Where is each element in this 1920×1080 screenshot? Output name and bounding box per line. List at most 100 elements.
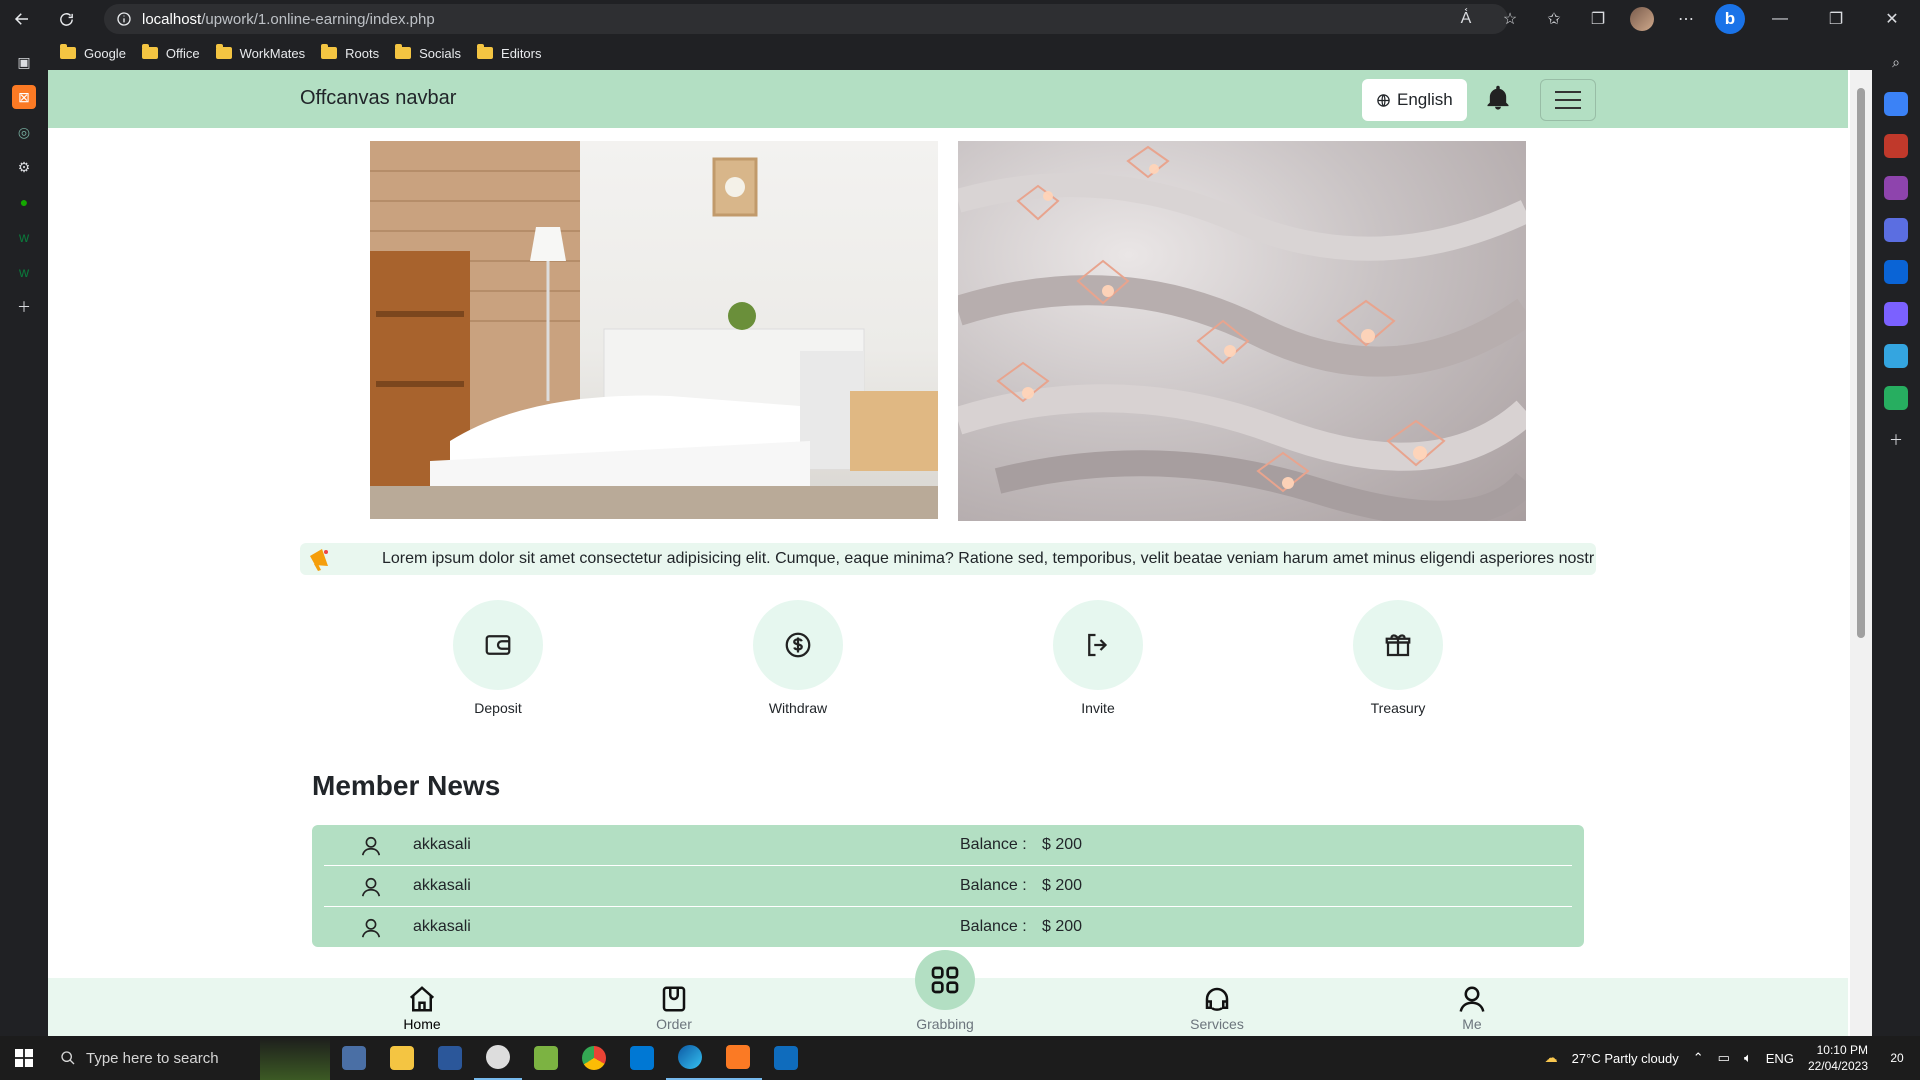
nav-me-label: Me: [1462, 1016, 1482, 1032]
notepad-app[interactable]: [522, 1036, 570, 1080]
folder-icon: [477, 44, 494, 59]
designer-icon[interactable]: [1884, 302, 1908, 326]
list-item: akkasali Balance : $ 200: [324, 866, 1572, 907]
edge-app[interactable]: [666, 1036, 714, 1080]
grabbing-fab[interactable]: [915, 950, 975, 1010]
balance-label: Balance :: [960, 836, 1027, 853]
collections-icon[interactable]: ❐: [1576, 0, 1620, 38]
minimize-icon[interactable]: —: [1752, 0, 1808, 38]
member-name: akkasali: [413, 918, 471, 935]
reload-button[interactable]: [44, 0, 88, 38]
info-icon: [117, 12, 131, 26]
bing-button[interactable]: b: [1708, 0, 1752, 38]
folder-icon: [141, 44, 158, 59]
more-icon[interactable]: ⋯: [1664, 0, 1708, 38]
word-app[interactable]: [426, 1036, 474, 1080]
logout-icon: [1088, 633, 1108, 657]
member-news-title: Member News: [312, 770, 501, 801]
vscode-app[interactable]: [618, 1036, 666, 1080]
withdraw-action[interactable]: Withdraw: [718, 600, 878, 716]
scrollbar-thumb[interactable]: [1857, 88, 1865, 638]
tree-icon[interactable]: [1884, 386, 1908, 410]
headset-icon: [1205, 987, 1229, 1011]
photos-icon: [774, 1046, 798, 1070]
language-label: English: [1397, 90, 1453, 109]
xampp-tab-icon[interactable]: ⊠: [12, 85, 36, 109]
volume-icon[interactable]: 🔈︎: [1744, 1050, 1752, 1066]
news-ticker: Lorem ipsum dolor sit amet consectetur a…: [300, 543, 1596, 575]
page-scrollbar[interactable]: [1850, 70, 1872, 1036]
deposit-label: Deposit: [474, 700, 522, 716]
back-button[interactable]: [0, 0, 44, 38]
chevron-up-icon[interactable]: ⌃: [1693, 1050, 1704, 1066]
bell-icon[interactable]: [1484, 84, 1512, 112]
obs-app[interactable]: [474, 1036, 522, 1080]
nav-home[interactable]: Home: [362, 984, 482, 1032]
weather-icon[interactable]: ☁: [1545, 1050, 1558, 1066]
m365-icon[interactable]: [1884, 218, 1908, 242]
bookmark-socials[interactable]: Socials: [395, 44, 461, 61]
back-arrow-icon: [14, 13, 28, 25]
treasury-label: Treasury: [1370, 700, 1426, 716]
web-page: Offcanvas navbar English Lorem ipsum dol…: [48, 70, 1872, 1036]
tools-icon[interactable]: [1884, 134, 1908, 158]
new-tab-icon[interactable]: ＋: [12, 295, 36, 319]
search-icon[interactable]: ⌕: [1884, 50, 1908, 74]
user-icon: [361, 877, 381, 897]
games-icon[interactable]: [1884, 176, 1908, 200]
calculator-app[interactable]: [330, 1036, 378, 1080]
nav-order[interactable]: Order: [614, 984, 734, 1032]
w-tab-icon[interactable]: w: [12, 225, 36, 249]
notification-center[interactable]: 20: [1882, 1043, 1912, 1073]
read-aloud-icon[interactable]: A᷾: [1444, 0, 1488, 38]
favorites-icon[interactable]: ✩: [1532, 0, 1576, 38]
outlook-icon[interactable]: [1884, 260, 1908, 284]
nav-me[interactable]: Me: [1412, 984, 1532, 1032]
file-explorer-app[interactable]: [378, 1036, 426, 1080]
send-icon[interactable]: [1884, 344, 1908, 368]
taskbar-search[interactable]: Type here to search: [48, 1036, 260, 1080]
browser-toolbar: localhost/upwork/1.online-earning/index.…: [0, 0, 1920, 38]
user-icon: [361, 836, 381, 856]
chrome-app[interactable]: [570, 1036, 618, 1080]
restore-icon[interactable]: ❐: [1808, 0, 1864, 38]
language-indicator[interactable]: ENG: [1766, 1051, 1794, 1066]
address-bar[interactable]: localhost/upwork/1.online-earning/index.…: [104, 4, 1508, 34]
clock[interactable]: 10:10 PM 22/04/2023: [1808, 1042, 1868, 1074]
bookmark-workmates[interactable]: WorkMates: [215, 44, 305, 61]
settings-tab-icon[interactable]: ⚙: [12, 155, 36, 179]
bookmark-google[interactable]: Google: [60, 44, 126, 61]
tab-actions-icon[interactable]: ▣: [12, 50, 36, 74]
xampp-icon: [726, 1045, 750, 1069]
nav-services[interactable]: Services: [1157, 984, 1277, 1032]
bookmark-roots[interactable]: Roots: [321, 44, 379, 61]
invite-label: Invite: [1081, 700, 1115, 716]
language-button[interactable]: English: [1362, 79, 1467, 121]
weather-text[interactable]: 27°C Partly cloudy: [1572, 1051, 1679, 1066]
nav-home-label: Home: [403, 1016, 441, 1032]
treasury-action[interactable]: Treasury: [1318, 600, 1478, 716]
bookmark-office[interactable]: Office: [141, 44, 200, 61]
deposit-action[interactable]: Deposit: [418, 600, 578, 716]
avatar: [1630, 7, 1654, 31]
profile-button[interactable]: [1620, 0, 1664, 38]
invite-action[interactable]: Invite: [1018, 600, 1178, 716]
start-button[interactable]: [0, 1036, 48, 1080]
list-item: akkasali Balance : $ 200: [324, 825, 1572, 866]
shopping-icon[interactable]: [1884, 92, 1908, 116]
close-icon[interactable]: ✕: [1864, 0, 1920, 38]
photos-app[interactable]: [762, 1036, 810, 1080]
bookmark-editors[interactable]: Editors: [477, 44, 542, 61]
nav-order-label: Order: [656, 1016, 692, 1032]
navbar-brand[interactable]: Offcanvas navbar: [300, 87, 456, 110]
w-tab-icon-2[interactable]: w: [12, 260, 36, 284]
network-icon[interactable]: ▭: [1718, 1050, 1730, 1066]
windows-logo-icon: [15, 1049, 33, 1067]
xampp-app[interactable]: [714, 1036, 762, 1080]
folder-icon: [321, 44, 338, 59]
add-sidebar-icon[interactable]: ＋: [1884, 428, 1908, 452]
upwork-tab-icon[interactable]: ●: [12, 190, 36, 214]
menu-toggle-button[interactable]: [1540, 79, 1596, 121]
chatgpt-tab-icon[interactable]: ◎: [12, 120, 36, 144]
add-favorite-icon[interactable]: ☆: [1488, 0, 1532, 38]
